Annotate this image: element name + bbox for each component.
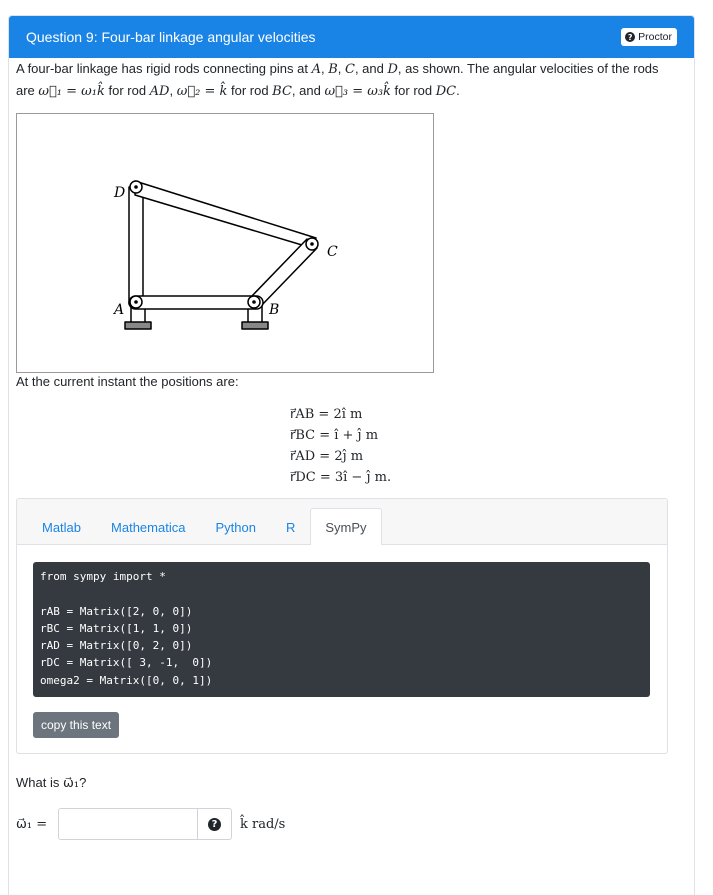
equation-rab: r⃗AB = 2î m <box>290 407 363 422</box>
rod-ab <box>128 295 264 310</box>
proctor-label: Proctor <box>638 31 672 43</box>
answer-input-group: ? <box>58 808 232 840</box>
question-title: Question 9: Four-bar linkage angular vel… <box>26 29 316 45</box>
intro-text: . <box>456 83 460 98</box>
omega3-definition: ω⃗₃ = ω₃k̂ <box>324 84 391 99</box>
answer-label: ω⃗₁ = <box>16 816 48 832</box>
question-text: ? <box>79 775 87 790</box>
answer-row: ω⃗₁ = ? k̂ rad/s <box>16 808 285 840</box>
label-a: A <box>112 302 124 318</box>
code-block: from sympy import * rAB = Matrix([2, 0, … <box>33 562 650 697</box>
tab-matlab[interactable]: Matlab <box>27 508 96 545</box>
intro-text: , <box>337 61 345 76</box>
linkage-diagram: D C A B <box>112 180 338 330</box>
point-b-symbol: B <box>328 62 338 77</box>
help-button[interactable]: ? <box>198 808 232 840</box>
rod-bc-symbol: BC <box>272 84 292 99</box>
omega2-definition: ω⃗₂ = k̂ <box>176 84 228 99</box>
question-circle-icon: ? <box>208 817 221 831</box>
point-c-symbol: C <box>344 62 355 77</box>
rod-dc-symbol: DC <box>435 84 457 99</box>
tab-r[interactable]: R <box>271 508 310 545</box>
intro-text: for rod <box>390 83 436 98</box>
rod-dc <box>134 180 317 249</box>
tab-python[interactable]: Python <box>200 508 270 545</box>
equation-rad: r⃗AD = 2ĵ m <box>290 449 364 464</box>
point-d-symbol: D <box>387 62 398 77</box>
question-symbol: ω⃗₁ <box>62 776 80 791</box>
intro-text: for rod <box>104 83 150 98</box>
label-d: D <box>113 185 125 201</box>
equation-rdc: r⃗DC = 3î − ĵ m. <box>290 470 392 485</box>
question-header: Question 9: Four-bar linkage angular vel… <box>9 16 694 58</box>
tab-mathematica[interactable]: Mathematica <box>96 508 200 545</box>
tab-content: from sympy import * rAB = Matrix([2, 0, … <box>17 545 667 753</box>
point-a-symbol: A <box>311 62 321 77</box>
intro-text: A four-bar linkage has rigid rods connec… <box>16 61 312 76</box>
ground-base-b <box>241 321 269 330</box>
rod-ad <box>128 186 144 305</box>
answer-units: k̂ rad/s <box>240 816 286 832</box>
equation-rbc: r⃗BC = î + ĵ m <box>290 428 379 443</box>
intro-text: , <box>169 83 177 98</box>
problem-statement: A four-bar linkage has rigid rods connec… <box>16 58 666 102</box>
copy-text-button[interactable]: copy this text <box>33 712 120 738</box>
linkage-figure: D C A B <box>16 113 434 373</box>
omega1-definition: ω⃗₁ = ω₁k̂ <box>38 84 105 99</box>
positions-label: At the current instant the positions are… <box>16 374 239 389</box>
intro-text: , and <box>354 61 388 76</box>
intro-text: for rod <box>227 83 273 98</box>
intro-text: , and <box>291 83 325 98</box>
question-prompt: What is ω⃗₁? <box>16 775 86 791</box>
code-tabs-panel: Matlab Mathematica Python R SymPy from s… <box>16 498 668 754</box>
ground-base-a <box>124 321 152 330</box>
tab-sympy[interactable]: SymPy <box>310 508 382 545</box>
proctor-badge[interactable]: ? Proctor <box>621 28 677 46</box>
question-text: What is <box>16 775 63 790</box>
label-c: C <box>327 244 338 260</box>
label-b: B <box>268 302 279 318</box>
position-equations: r⃗AB = 2î m r⃗BC = î + ĵ m r⃗AD = 2ĵ m r… <box>290 404 391 488</box>
rod-ad-symbol: AD <box>149 84 170 99</box>
question-circle-icon: ? <box>625 32 636 42</box>
answer-input[interactable] <box>58 808 198 840</box>
language-tabs: Matlab Mathematica Python R SymPy <box>17 499 667 545</box>
